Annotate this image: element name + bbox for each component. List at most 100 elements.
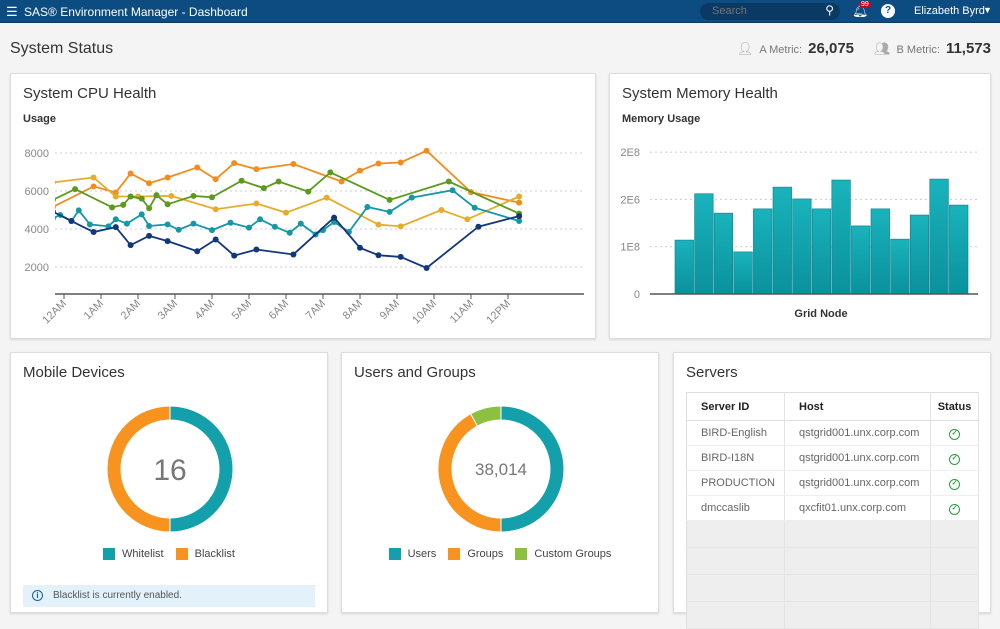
data-point [90, 229, 97, 236]
x-tick-label: 6AM [267, 298, 291, 322]
server-host: qstgrid001.unx.corp.com [784, 445, 931, 471]
data-point [123, 220, 130, 227]
data-point [138, 211, 145, 218]
help-icon[interactable]: ? [881, 4, 895, 18]
y-tick-label: 1E8 [620, 242, 640, 254]
data-point [290, 251, 297, 258]
x-tick-label: 7AM [304, 298, 328, 322]
data-point [227, 219, 234, 226]
users-panel: Users and Groups 38,014 Users Groups Cus… [341, 352, 659, 613]
data-point [231, 160, 238, 167]
data-point [271, 223, 278, 230]
data-point [190, 220, 197, 227]
data-point [146, 180, 153, 187]
person-icon: 👤︎ [736, 41, 754, 56]
search-icon[interactable]: ⚲ [825, 3, 834, 17]
x-axis-label: Grid Node [794, 308, 847, 320]
page-title: System Status [10, 40, 114, 57]
info-text: Blacklist is currently enabled. [53, 590, 182, 601]
mobile-legend: Whitelist Blacklist [11, 548, 327, 561]
bar [694, 193, 714, 295]
table-row[interactable]: BIRD-English qstgrid001.unx.corp.com ✓ [686, 420, 979, 446]
data-point [109, 204, 116, 211]
search-box: ⚲ [700, 3, 840, 20]
data-point [90, 183, 97, 190]
data-point [146, 222, 153, 229]
data-point [138, 195, 145, 202]
empty-row [686, 601, 979, 629]
data-point [86, 221, 93, 228]
data-point [397, 223, 404, 230]
data-point [375, 221, 382, 228]
empty-row [686, 574, 979, 602]
search-input[interactable] [712, 5, 822, 17]
mobile-title: Mobile Devices [23, 364, 125, 381]
y-tick-label: 8000 [25, 148, 49, 160]
data-point [55, 209, 56, 214]
col-status[interactable]: Status [930, 392, 979, 421]
bar [674, 239, 694, 295]
data-point [164, 174, 171, 181]
x-tick-label: 12PM [484, 298, 513, 327]
bar [753, 208, 773, 295]
col-host[interactable]: Host [784, 392, 931, 421]
x-tick-label: 1AM [82, 298, 106, 322]
data-point [194, 164, 201, 171]
bar [929, 178, 949, 295]
table-row[interactable]: BIRD-I18N qstgrid001.unx.corp.com ✓ [686, 445, 979, 471]
data-point [516, 193, 523, 200]
data-point [445, 178, 452, 185]
data-point [464, 216, 471, 223]
x-tick-label: 12AM [40, 298, 69, 327]
data-point [127, 170, 134, 177]
server-id: BIRD-I18N [686, 445, 785, 471]
metric-a-value: 26,075 [808, 40, 855, 57]
data-point [55, 204, 56, 210]
x-tick-label: 10AM [410, 298, 439, 327]
bar [831, 179, 851, 295]
series-4 [55, 209, 523, 271]
status-cell: ✓ [930, 445, 979, 471]
data-point [323, 194, 330, 201]
chevron-down-icon[interactable]: ▼ [983, 5, 992, 15]
data-point [175, 226, 182, 233]
check-circle-icon: ✓ [949, 429, 960, 440]
mobile-panel: Mobile Devices 16 Whitelist Blacklist iB… [10, 352, 328, 613]
data-point [153, 192, 160, 199]
donut-center-value: 16 [153, 454, 186, 487]
data-point [275, 178, 282, 185]
data-point [286, 229, 293, 236]
bar [733, 251, 753, 295]
user-menu[interactable]: Elizabeth Byrd [914, 5, 985, 17]
y-tick-label: 2E8 [620, 147, 640, 159]
bar [811, 208, 832, 295]
servers-table: Server ID Host Status BIRD-English qstgri… [686, 392, 979, 629]
series-0 [55, 147, 523, 210]
data-point [212, 206, 219, 213]
data-point [127, 242, 134, 249]
col-server-id[interactable]: Server ID [686, 392, 785, 421]
status-cell: ✓ [930, 495, 979, 521]
data-point [357, 167, 363, 174]
mobile-donut-chart: 16 [106, 405, 234, 533]
data-point [375, 160, 382, 167]
data-point [55, 180, 56, 185]
hamburger-icon[interactable]: ☰ [6, 4, 18, 20]
data-point [423, 147, 430, 154]
bar [890, 238, 910, 295]
x-tick-label: 5AM [230, 298, 254, 322]
x-tick-label: 3AM [156, 298, 180, 322]
data-point [209, 227, 215, 234]
check-circle-icon: ✓ [949, 504, 960, 515]
info-icon: i [32, 590, 43, 601]
table-row[interactable]: dmccaslib qxcfit01.unx.corp.com ✓ [686, 495, 979, 521]
bar [772, 186, 792, 295]
donut-slice-custom-groups [469, 405, 502, 427]
data-point [516, 213, 523, 220]
server-id: dmccaslib [686, 495, 785, 521]
server-id: BIRD-English [686, 420, 785, 446]
data-point [164, 201, 171, 208]
table-row[interactable]: PRODUCTION qstgrid001.unx.corp.com ✓ [686, 470, 979, 496]
memory-panel: System Memory Health Memory Usage 0 1E8 2E… [609, 73, 991, 339]
data-point [68, 218, 75, 225]
